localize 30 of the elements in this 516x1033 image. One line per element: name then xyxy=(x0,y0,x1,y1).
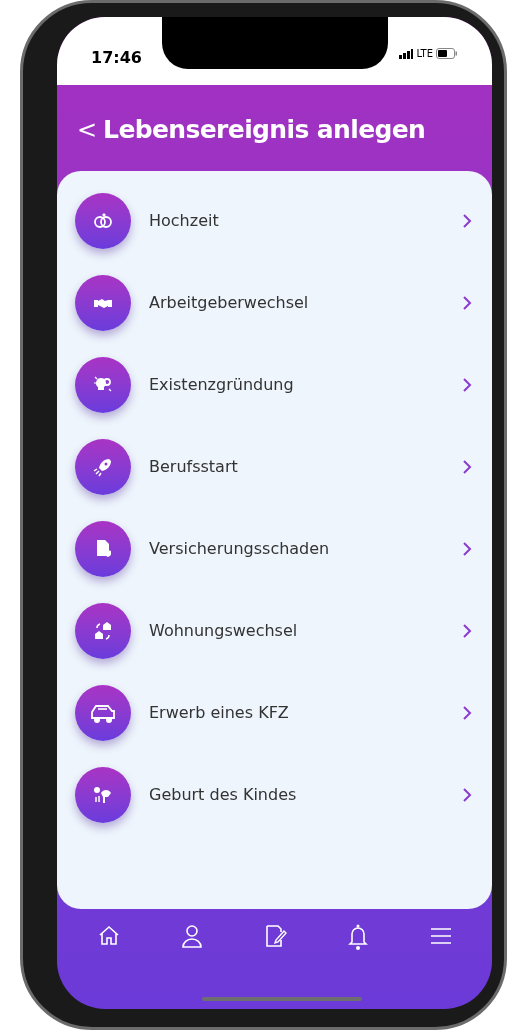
network-label: LTE xyxy=(416,47,433,61)
battery-icon xyxy=(436,48,458,59)
signal-icon xyxy=(399,48,414,59)
page-title: Lebensereignis anlegen xyxy=(103,114,426,147)
event-list-item[interactable]: Erwerb eines KFZ xyxy=(57,685,492,741)
event-list-item[interactable]: Arbeitgeberwechsel xyxy=(57,275,492,331)
chevron-right-icon xyxy=(462,787,472,803)
chevron-right-icon xyxy=(462,377,472,393)
event-label: Geburt des Kindes xyxy=(149,784,298,806)
chevron-right-icon xyxy=(462,705,472,721)
status-time: 17:46 xyxy=(91,47,142,69)
chevron-right-icon xyxy=(462,541,472,557)
event-label: Erwerb eines KFZ xyxy=(149,702,290,724)
event-list-item[interactable]: Berufsstart xyxy=(57,439,492,495)
event-list-item[interactable]: Hochzeit xyxy=(57,193,492,249)
event-label: Existenzgründung xyxy=(149,374,295,396)
event-list-item[interactable]: Wohnungswechsel xyxy=(57,603,492,659)
event-label: Wohnungswechsel xyxy=(149,620,299,642)
event-label: Hochzeit xyxy=(149,210,220,232)
event-list-item[interactable]: Versicherungsschaden xyxy=(57,521,492,577)
event-label: Versicherungsschaden xyxy=(149,538,331,560)
chevron-right-icon xyxy=(462,623,472,639)
event-list-item[interactable]: Existenzgründung xyxy=(57,357,492,413)
event-list-item[interactable]: Geburt des Kindes xyxy=(57,767,492,823)
event-label: Berufsstart xyxy=(149,456,239,478)
chevron-right-icon xyxy=(462,213,472,229)
event-label: Arbeitgeberwechsel xyxy=(149,292,310,314)
chevron-right-icon xyxy=(462,295,472,311)
chevron-right-icon xyxy=(462,459,472,475)
back-button[interactable]: < xyxy=(77,118,98,142)
